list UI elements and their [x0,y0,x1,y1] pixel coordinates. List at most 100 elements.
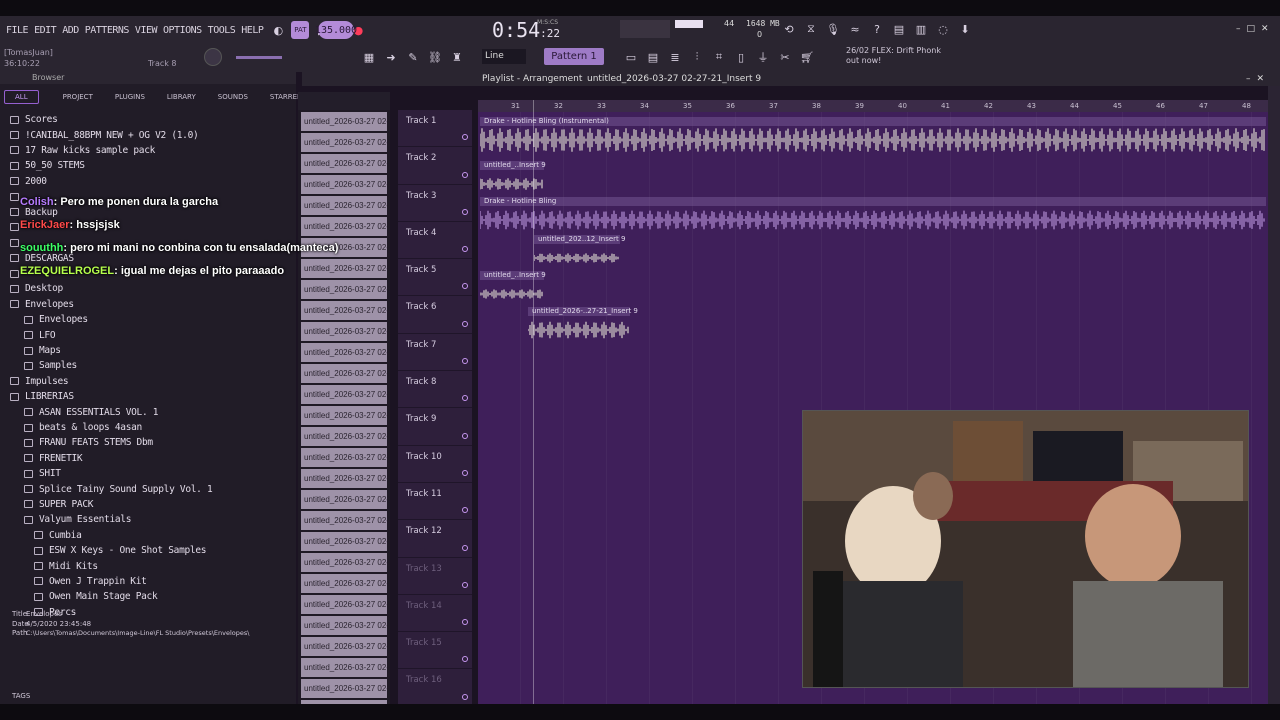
download-icon[interactable]: ⬇ [956,20,974,38]
menu-item[interactable]: VIEW [135,25,158,36]
browser-tab[interactable]: PLUGINS [115,93,145,101]
browser-item[interactable]: LFO [10,327,296,342]
audio-clip-item[interactable]: untitled_2026-03-27 02-... [301,448,387,467]
track-header[interactable]: Track 4 [398,222,472,260]
browser-item[interactable]: !CANIBAL_88BPM NEW + OG V2 (1.0) [10,127,296,142]
browser-item[interactable]: ESW X Keys - One Shot Samples [10,543,296,558]
audio-clip-item[interactable]: untitled_2026-03-27 02-... [301,511,387,530]
browser-item[interactable]: Splice Tainy Sound Supply Vol. 1 [10,481,296,496]
piano-icon[interactable]: ▦ [360,48,378,66]
track-mute-led[interactable] [462,469,468,476]
track-header[interactable]: Track 10 [398,446,472,483]
track-mute-led[interactable] [462,358,468,365]
track-mute-led[interactable] [462,432,468,439]
tools-icon[interactable]: ✂ [776,48,794,66]
stamp-icon[interactable]: ♜ [448,48,466,66]
mic-icon[interactable]: 🎙︎ [824,20,842,38]
track-header[interactable]: Track 15 [398,632,472,670]
playlist-audio-clip[interactable]: untitled_..Insert 9 [480,161,546,197]
pattern-song-toggle[interactable]: PAT [291,21,310,39]
browser-item[interactable]: Envelopes [10,297,296,312]
track-header[interactable]: Track 8 [398,371,472,409]
mixer-icon[interactable]: ≣ [666,48,684,66]
tags-bar[interactable]: TAGS [0,684,296,704]
vertical-scrollbar[interactable] [1268,86,1280,704]
track-mute-led[interactable] [462,283,468,290]
plug-icon[interactable]: ⏚ [754,48,772,66]
news-panel[interactable]: 26/02 FLEX: Drift Phonk out now! [846,46,941,66]
browser-item[interactable]: Midi Kits [10,558,296,573]
link-icon[interactable]: ⛓ [426,48,444,66]
browser-tab[interactable]: SOUNDS [218,93,248,101]
menu-item[interactable]: TOOLS [208,25,236,36]
playlist-audio-clip[interactable]: Drake - Hotline Bling [480,197,1266,233]
audio-clip-item[interactable]: untitled_2026-03-27 02-... [301,406,387,425]
playlist-audio-clip[interactable]: Drake - Hotline Bling (Instrumental) [480,117,1266,153]
track-mute-led[interactable] [462,544,468,551]
browser-item[interactable]: FRANU FEATS STEMS Dbm [10,435,296,450]
sliders-icon[interactable]: ⫶ [688,48,706,66]
track-header[interactable]: Track 13 [398,558,472,595]
track-header[interactable]: Track 9 [398,408,472,446]
browser-tab[interactable]: LIBRARY [167,93,196,101]
track-header[interactable]: Track 2 [398,147,472,185]
track-header[interactable]: Track 5 [398,259,472,297]
track-mute-led[interactable] [462,246,468,253]
browser-tab[interactable]: PROJECT [63,93,93,101]
window-controls-icon[interactable]: –□✕ [1236,24,1275,34]
track-header[interactable]: Track 1 [398,110,472,148]
track-header[interactable]: Track 12 [398,520,472,558]
timeline-ruler[interactable]: 31 32 33 34 35 36 37 38 39 40 41 42 43 44 45 46 47 48 [478,100,1268,112]
track-header[interactable]: Track 14 [398,595,472,633]
browser-item[interactable]: 2000 [10,174,296,189]
track-mute-led[interactable] [462,581,468,588]
plugin-icon[interactable]: ▥ [912,20,930,38]
browser-item[interactable]: Valyum Essentials [10,512,296,527]
tempo-dial-icon[interactable]: ◐ [269,21,287,39]
track-mute-led[interactable] [462,693,468,700]
audio-clip-item[interactable]: untitled_2026-03-27 02-... [301,364,387,383]
snap-select[interactable]: Line [482,49,526,64]
track-mute-led[interactable] [462,395,468,402]
cart-icon[interactable]: 🛒︎ [798,48,816,66]
playlist-audio-clip[interactable]: untitled_202..12_Insert 9 [534,235,625,271]
menu-item[interactable]: HELP [241,25,264,36]
track-mute-led[interactable] [462,320,468,327]
channel-rack-icon[interactable]: ▤ [644,48,662,66]
audio-clip-item[interactable]: untitled_2026-03-27 02-... [301,154,387,173]
audio-clip-item[interactable]: untitled_2026-03-27 02-... [301,427,387,446]
audio-clip-item[interactable]: untitled_2026-03-27 02-... [301,553,387,572]
browser-item[interactable]: Samples [10,358,296,373]
menu-item[interactable]: EDIT [34,25,57,36]
menu-item[interactable]: FILE [6,25,29,36]
track-header[interactable]: Track 3 [398,185,472,222]
browser-item[interactable]: Envelopes [10,312,296,327]
browser-item[interactable]: FRENETIK [10,451,296,466]
help-icon[interactable]: ? [868,20,886,38]
pencil-icon[interactable]: ✎ [404,48,422,66]
chat-icon[interactable]: ◌ [934,20,952,38]
track-header[interactable]: Track 7 [398,334,472,372]
metronome-icon[interactable]: ⧖ [802,20,820,38]
audio-clip-item[interactable]: untitled_2026-03-27 02-... [301,679,387,698]
track-mute-led[interactable] [462,208,468,215]
audio-clip-item[interactable]: untitled_2026-03-27 02-... [301,595,387,614]
browser-item[interactable]: Maps [10,343,296,358]
undo-icon[interactable]: ⟲ [780,20,798,38]
audio-clip-item[interactable]: untitled_2026-03-27 02-... [301,343,387,362]
audio-clip-item[interactable]: untitled_2026-03-27 02-... [301,658,387,677]
audio-clip-item[interactable]: untitled_2026-03-27 02-... [301,112,387,131]
playlist-icon[interactable]: ▭ [622,48,640,66]
audio-clip-item[interactable]: untitled_2026-03-27 02-... [301,301,387,320]
menu-item[interactable]: OPTIONS [163,25,202,36]
audio-clip-item[interactable]: untitled_2026-03-27 02-... [301,385,387,404]
playlist-audio-clip[interactable]: untitled_2026-..27-21_Insert 9 [528,307,638,343]
audio-clip-item[interactable]: untitled_2026-03-27 02-... [301,322,387,341]
browser-item[interactable]: ASAN ESSENTIALS VOL. 1 [10,404,296,419]
track-mute-led[interactable] [462,619,468,626]
menu-item[interactable]: ADD [62,25,79,36]
wave-icon[interactable]: ≈ [846,20,864,38]
audio-clip-item[interactable]: untitled_2026-03-27 02-... [301,133,387,152]
browser-item[interactable]: SUPER PACK [10,497,296,512]
browser-item[interactable]: LIBRERIAS [10,389,296,404]
